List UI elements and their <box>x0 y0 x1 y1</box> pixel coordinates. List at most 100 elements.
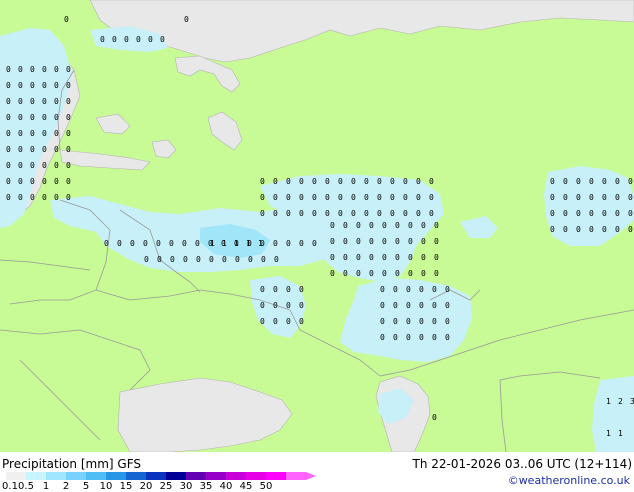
scale-swatch <box>106 472 126 480</box>
amount-marker: 0 <box>157 255 162 264</box>
amount-marker: 0 <box>312 239 317 248</box>
scale-swatch <box>286 472 306 480</box>
scale-label: 0.1 <box>2 481 18 492</box>
amount-marker: 0 <box>66 113 71 122</box>
amount-marker: 0 <box>434 269 439 278</box>
product-label: Precipitation [mm] <box>2 457 114 471</box>
amount-marker: 0 <box>380 285 385 294</box>
amount-marker: 0 <box>104 239 109 248</box>
amount-marker: 0 <box>183 255 188 264</box>
amount-marker: 0 <box>408 221 413 230</box>
amount-marker: 0 <box>403 177 408 186</box>
amount-marker: 0 <box>42 97 47 106</box>
amount-marker: 0 <box>299 301 304 310</box>
amount-marker: 0 <box>312 209 317 218</box>
amount-marker: 0 <box>377 177 382 186</box>
amount-marker: 0 <box>589 225 594 234</box>
amount-marker: 0 <box>406 333 411 342</box>
amount-marker: 0 <box>286 317 291 326</box>
amount-marker: 0 <box>6 177 11 186</box>
amount-marker: 0 <box>615 193 620 202</box>
scale-label: 50 <box>259 481 273 492</box>
amount-marker: 0 <box>30 113 35 122</box>
amount-marker: 0 <box>395 237 400 246</box>
amount-marker: 0 <box>434 237 439 246</box>
amount-marker: 0 <box>286 209 291 218</box>
amount-marker: 0 <box>377 193 382 202</box>
amount-marker: 0 <box>42 113 47 122</box>
amount-marker: 0 <box>6 145 11 154</box>
amount-marker: 1 <box>606 429 611 438</box>
amount-marker: 0 <box>356 253 361 262</box>
amount-marker: 0 <box>299 193 304 202</box>
amount-marker: 0 <box>364 209 369 218</box>
map-title: Precipitation [mm] GFS <box>2 457 141 471</box>
amount-marker: 0 <box>419 285 424 294</box>
amount-marker: 0 <box>196 255 201 264</box>
scale-swatch <box>126 472 146 480</box>
amount-marker: 0 <box>432 333 437 342</box>
amount-marker: 0 <box>66 161 71 170</box>
precipitation-map: 0000000000000000000000000000000000000000… <box>0 0 634 453</box>
amount-marker: 0 <box>406 317 411 326</box>
amount-marker: 0 <box>393 301 398 310</box>
amount-marker: 0 <box>6 161 11 170</box>
amount-marker: 0 <box>273 301 278 310</box>
credit-link[interactable]: ©weatheronline.co.uk <box>508 474 630 487</box>
amount-marker: 0 <box>273 193 278 202</box>
map-footer: Precipitation [mm] GFS Th 22-01-2026 03.… <box>0 452 634 492</box>
amount-marker: 0 <box>112 35 117 44</box>
amount-marker: 0 <box>421 269 426 278</box>
scale-arrow <box>306 472 316 480</box>
amount-marker: 0 <box>66 145 71 154</box>
amount-marker: 0 <box>550 209 555 218</box>
amount-marker: 0 <box>6 129 11 138</box>
amount-marker: 0 <box>419 317 424 326</box>
amount-marker: 0 <box>421 237 426 246</box>
amount-marker: 0 <box>66 97 71 106</box>
amount-marker: 0 <box>416 193 421 202</box>
amount-marker: 0 <box>338 209 343 218</box>
scale-swatch <box>166 472 186 480</box>
amount-marker: 0 <box>30 129 35 138</box>
amount-marker: 0 <box>30 81 35 90</box>
amount-marker: 0 <box>628 209 633 218</box>
amount-marker: 1 <box>210 239 215 248</box>
amount-marker: 0 <box>184 15 189 24</box>
amount-marker: 0 <box>42 129 47 138</box>
amount-marker: 0 <box>403 193 408 202</box>
amount-marker: 0 <box>18 113 23 122</box>
amount-marker: 0 <box>377 209 382 218</box>
amount-marker: 0 <box>393 333 398 342</box>
amount-marker: 0 <box>380 333 385 342</box>
amount-marker: 0 <box>434 253 439 262</box>
amount-marker: 0 <box>432 413 437 422</box>
amount-marker: 0 <box>550 193 555 202</box>
amount-marker: 0 <box>160 35 165 44</box>
scale-swatch <box>186 472 206 480</box>
scale-swatch <box>86 472 106 480</box>
amount-marker: 0 <box>18 81 23 90</box>
amount-marker: 0 <box>18 145 23 154</box>
amount-marker: 0 <box>6 193 11 202</box>
amount-marker: 0 <box>148 35 153 44</box>
amount-marker: 0 <box>576 193 581 202</box>
amount-marker: 0 <box>416 177 421 186</box>
amount-marker: 0 <box>382 221 387 230</box>
amount-marker: 0 <box>432 285 437 294</box>
amount-marker: 0 <box>330 253 335 262</box>
amount-marker: 0 <box>299 239 304 248</box>
amount-marker: 0 <box>343 253 348 262</box>
map-canvas: 0 0 0 0 0 00 0 0 0 0 00 0 0 0 0 00 0 0 0 0 00 0 0 0 0 00 0 0 0 0 00 0 0 0… <box>0 0 634 453</box>
amount-marker: 0 <box>144 255 149 264</box>
amount-marker: 0 <box>406 301 411 310</box>
amount-marker: 0 <box>576 209 581 218</box>
amount-marker: 0 <box>351 209 356 218</box>
scale-label: 10 <box>99 481 113 492</box>
amount-marker: 0 <box>393 317 398 326</box>
amount-marker: 0 <box>273 209 278 218</box>
amount-marker: 0 <box>195 239 200 248</box>
amount-marker: 0 <box>169 239 174 248</box>
amount-marker: 0 <box>416 209 421 218</box>
amount-marker: 0 <box>273 177 278 186</box>
